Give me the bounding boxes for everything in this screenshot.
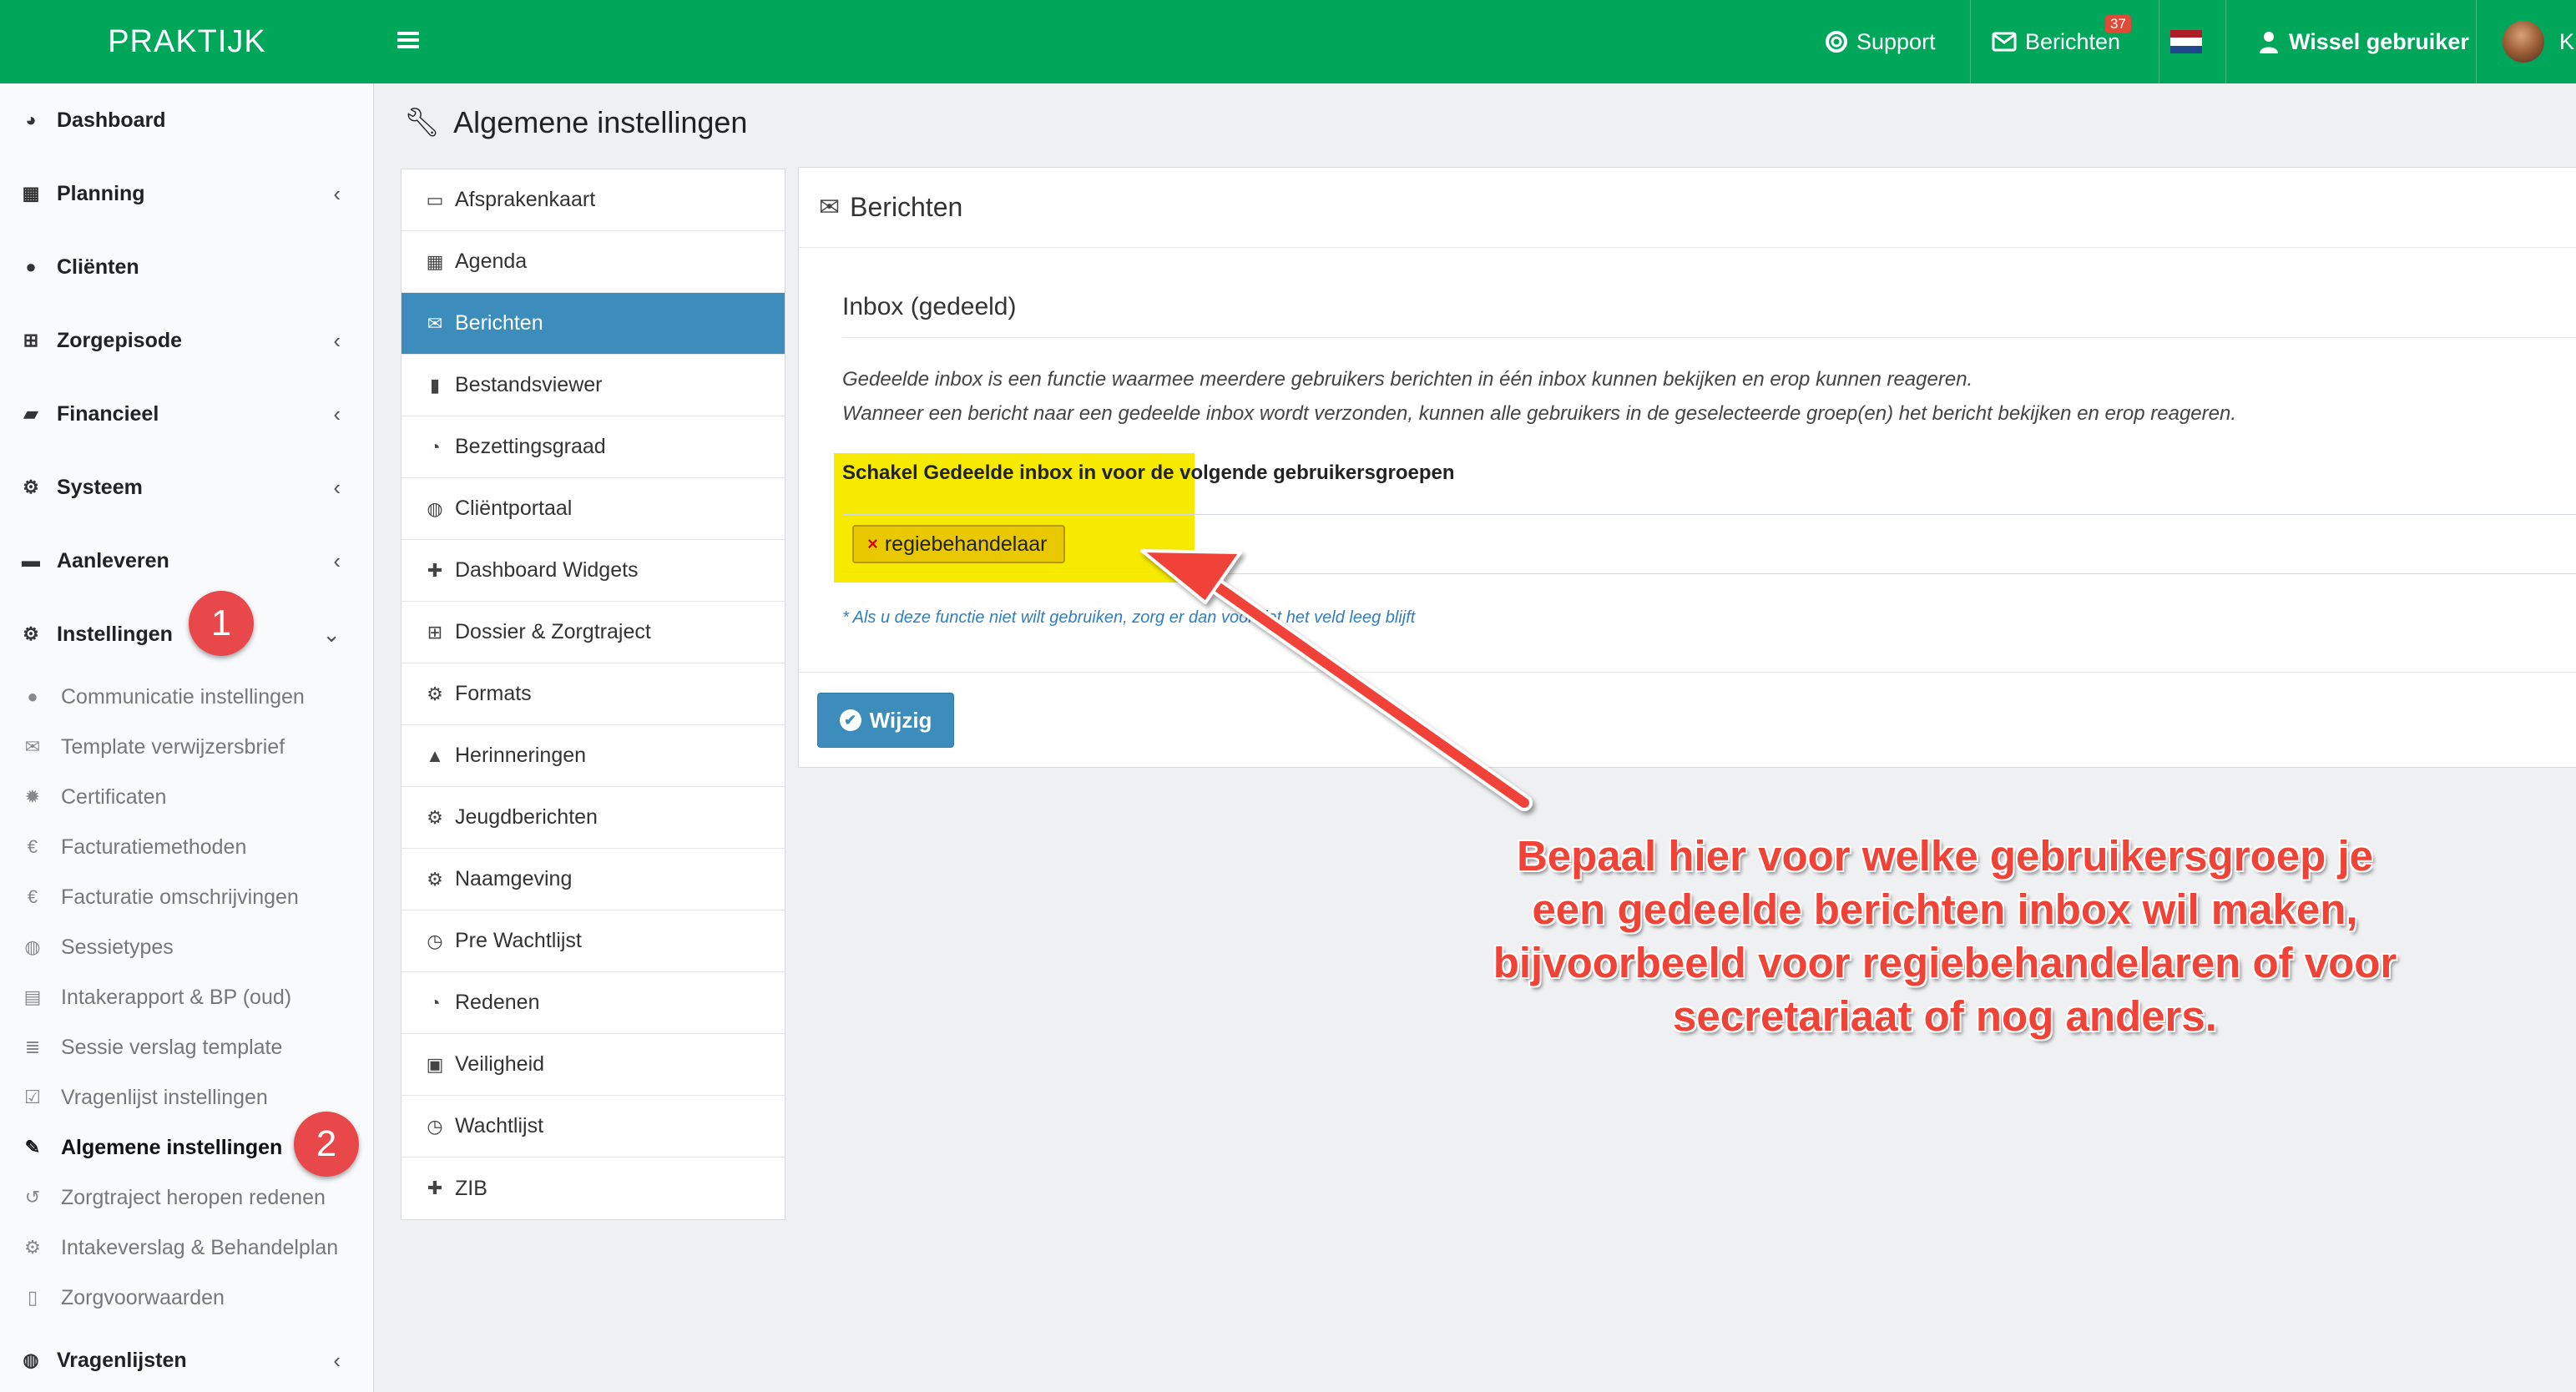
annotation-arrow <box>1140 549 1533 811</box>
annotation-line: bijvoorbeeld voor regiebehandelaren of v… <box>1493 939 2397 986</box>
annotation-line: secretariaat of nog anders. <box>1673 992 2217 1040</box>
annotation-line: een gedeelde berichten inbox wil maken, <box>1532 885 2358 933</box>
annotation-text: Bepaal hier voor welke gebruikersgroep j… <box>1469 830 2421 1043</box>
annotation-line: Bepaal hier voor welke gebruikersgroep j… <box>1516 832 2374 880</box>
